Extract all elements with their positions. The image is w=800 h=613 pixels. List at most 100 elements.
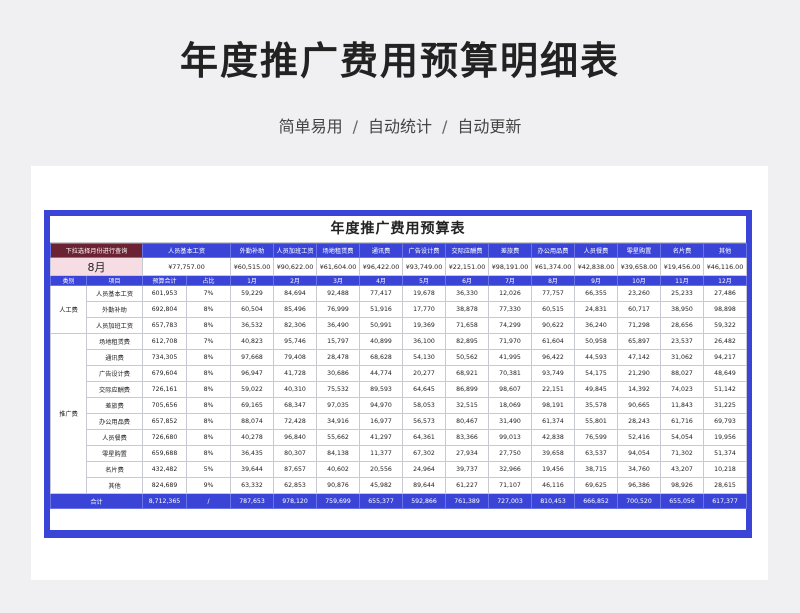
month-value-cell: 35,578 (574, 397, 618, 414)
month-value-cell: 51,374 (703, 445, 747, 462)
table-row: 交际应酬费 726,161 8% 59,022 40,310 75,532 89,593 64… (51, 381, 747, 398)
month-value-cell: 71,298 (617, 317, 661, 334)
column-header: 3月 (316, 275, 360, 286)
month-value-cell: 54,130 (402, 349, 446, 366)
month-value-cell: 66,355 (574, 285, 618, 302)
month-value-cell: 69,793 (703, 413, 747, 430)
summary-header-cell: 通讯费 (359, 243, 403, 258)
month-value-cell: 84,138 (316, 445, 360, 462)
month-value-cell: 56,573 (402, 413, 446, 430)
month-value-cell: 96,840 (273, 429, 317, 446)
month-value-cell: 59,322 (703, 317, 747, 334)
summary-header-cell: 人员餐费 (574, 243, 618, 258)
month-value-cell: 70,381 (488, 365, 532, 382)
month-value-cell: 87,657 (273, 461, 317, 478)
subtitle-separator: / (442, 117, 448, 136)
total-month-cell: 617,377 (703, 493, 747, 509)
budget-total-cell: 679,604 (142, 365, 187, 382)
summary-header-cell: 差旅费 (488, 243, 532, 258)
month-value-cell: 11,377 (359, 445, 403, 462)
column-header: 9月 (574, 275, 618, 286)
item-cell: 名片费 (86, 461, 143, 478)
total-month-cell: 727,003 (488, 493, 532, 509)
column-header: 7月 (488, 275, 532, 286)
month-value-cell: 93,749 (531, 365, 575, 382)
summary-value-cell: ¥19,456.00 (660, 257, 704, 276)
month-value-cell: 69,625 (574, 477, 618, 494)
month-value-cell: 38,950 (660, 301, 704, 318)
table-row: 外勤补助 692,804 8% 60,504 85,496 76,999 51,916 17,… (51, 301, 747, 318)
month-value-cell: 40,278 (230, 429, 274, 446)
column-header: 1月 (230, 275, 274, 286)
summary-value-cell: ¥96,422.00 (359, 257, 403, 276)
summary-header-cell: 办公用品费 (531, 243, 575, 258)
item-cell: 办公用品费 (86, 413, 143, 430)
month-value-cell: 65,897 (617, 333, 661, 350)
ratio-cell: 8% (186, 429, 231, 446)
item-cell: 其他 (86, 477, 143, 494)
total-month-cell: 978,120 (273, 493, 317, 509)
month-value-cell: 90,665 (617, 397, 661, 414)
month-value-cell: 31,062 (660, 349, 704, 366)
month-value-cell: 30,686 (316, 365, 360, 382)
month-value-cell: 41,297 (359, 429, 403, 446)
total-budget-cell: 8,712,365 (142, 493, 187, 509)
month-value-cell: 18,069 (488, 397, 532, 414)
total-month-cell: 655,056 (660, 493, 704, 509)
month-value-cell: 98,898 (703, 301, 747, 318)
month-value-cell: 40,602 (316, 461, 360, 478)
month-value-cell: 19,678 (402, 285, 446, 302)
month-value-cell: 36,240 (574, 317, 618, 334)
month-value-cell: 61,227 (445, 477, 489, 494)
month-value-cell: 34,760 (617, 461, 661, 478)
month-value-cell: 62,853 (273, 477, 317, 494)
month-value-cell: 94,054 (617, 445, 661, 462)
month-value-cell: 31,225 (703, 397, 747, 414)
month-value-cell: 39,644 (230, 461, 274, 478)
month-value-cell: 60,515 (531, 301, 575, 318)
ratio-cell: 8% (186, 397, 231, 414)
month-value-cell: 11,843 (660, 397, 704, 414)
month-value-cell: 61,604 (531, 333, 575, 350)
total-month-cell: 787,653 (230, 493, 274, 509)
month-value-cell: 77,417 (359, 285, 403, 302)
month-value-cell: 71,107 (488, 477, 532, 494)
subtitle-part: 简单易用 (278, 117, 343, 136)
category-cell: 推广费 (50, 333, 87, 494)
month-value-cell: 50,991 (359, 317, 403, 334)
month-value-cell: 16,977 (359, 413, 403, 430)
budget-total-cell: 601,953 (142, 285, 187, 302)
month-value-cell: 86,899 (445, 381, 489, 398)
month-value-cell: 76,999 (316, 301, 360, 318)
month-value-cell: 54,054 (660, 429, 704, 446)
month-value-cell: 51,916 (359, 301, 403, 318)
query-label: 下拉选择月份进行查询 (50, 243, 143, 258)
total-month-cell: 666,852 (574, 493, 618, 509)
table-row: 人员加班工资 657,783 8% 36,532 82,306 36,490 50,991 1… (51, 317, 747, 334)
month-select[interactable]: 8月 (50, 257, 143, 276)
month-value-cell: 43,207 (660, 461, 704, 478)
total-ratio-cell: / (186, 493, 231, 509)
summary-header-cell: 广告设计费 (402, 243, 446, 258)
month-value-cell: 89,644 (402, 477, 446, 494)
month-value-cell: 84,694 (273, 285, 317, 302)
month-value-cell: 90,622 (531, 317, 575, 334)
month-value-cell: 55,662 (316, 429, 360, 446)
month-value-cell: 14,392 (617, 381, 661, 398)
budget-total-cell: 659,688 (142, 445, 187, 462)
total-row: 合计 8,712,365/787,653 978,120 759,699 655,377… (50, 493, 747, 509)
budget-total-cell: 726,680 (142, 429, 187, 446)
subtitle-part: 自动统计 (367, 117, 432, 136)
month-value-cell: 82,306 (273, 317, 317, 334)
month-value-cell: 63,332 (230, 477, 274, 494)
column-header: 2月 (273, 275, 317, 286)
month-value-cell: 83,366 (445, 429, 489, 446)
budget-table: 下拉选择月份进行查询 人员基本工资 外勤补助 人员加班工资 场地租赁费 通讯费 广告设计费交… (50, 243, 747, 509)
total-month-cell: 759,699 (316, 493, 360, 509)
month-value-cell: 95,746 (273, 333, 317, 350)
budget-total-cell: 692,804 (142, 301, 187, 318)
month-value-cell: 74,023 (660, 381, 704, 398)
summary-header-cell: 名片费 (660, 243, 704, 258)
ratio-cell: 7% (186, 333, 231, 350)
month-value-cell: 88,074 (230, 413, 274, 430)
